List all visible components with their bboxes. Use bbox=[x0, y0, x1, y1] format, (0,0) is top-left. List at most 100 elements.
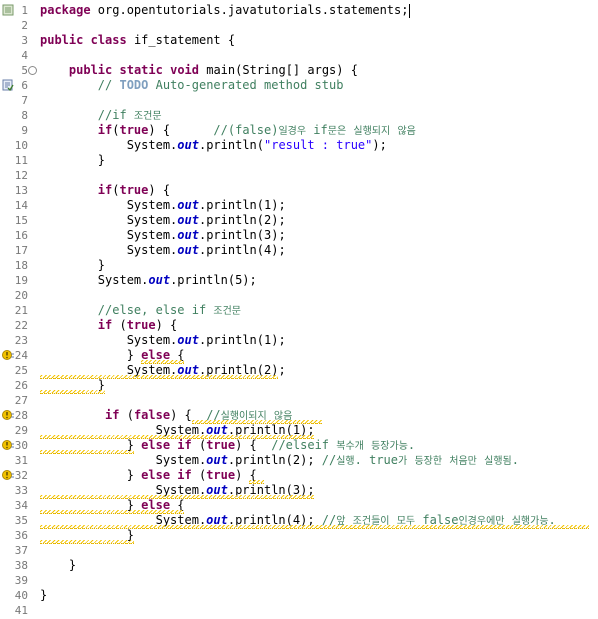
dead-code-warning-underline bbox=[40, 510, 185, 514]
line-number: 41 bbox=[14, 604, 28, 617]
code-line-text: if(true) { bbox=[97, 183, 171, 197]
warning-icon[interactable] bbox=[2, 409, 14, 421]
line-number: 21 bbox=[14, 304, 28, 317]
line-number: 37 bbox=[14, 544, 28, 557]
dead-code-warning-underline bbox=[40, 450, 134, 454]
code-line-text: } else if (true) { bbox=[40, 468, 257, 482]
code-line[interactable] bbox=[38, 603, 598, 618]
line-number: 4 bbox=[21, 49, 28, 62]
code-line[interactable]: } bbox=[38, 588, 598, 603]
code-line-text: System.out.println(4); bbox=[40, 243, 286, 257]
dead-code-warning-underline bbox=[40, 390, 105, 394]
line-number-gutter[interactable]: 1 2 3 4 5 6 7 8 9 10 11 12 13 14 15 16 17 18 19 20 21 22 23 24 2… bbox=[0, 0, 37, 619]
line-number: 25 bbox=[14, 364, 28, 377]
code-line[interactable]: //if 조건문 bbox=[38, 108, 598, 123]
line-number: 7 bbox=[21, 94, 28, 107]
collapse-method-icon[interactable] bbox=[28, 66, 37, 75]
dead-code-warning-underline bbox=[40, 495, 315, 499]
code-line-text: //else, else if 조건문 bbox=[97, 303, 241, 317]
dead-code-warning-underline bbox=[40, 540, 134, 544]
code-line[interactable]: public class if_statement { bbox=[38, 33, 598, 48]
line-number: 26 bbox=[14, 379, 28, 392]
code-line[interactable]: // TODO Auto-generated method stub bbox=[38, 78, 598, 93]
code-line[interactable] bbox=[38, 93, 598, 108]
code-line-text: if (true) { bbox=[97, 318, 178, 332]
code-line-text: System.out.println(3); bbox=[40, 228, 286, 242]
line-number: 20 bbox=[14, 289, 28, 302]
line-number: 34 bbox=[14, 499, 28, 512]
line-number: 12 bbox=[14, 169, 28, 182]
line-number: 23 bbox=[14, 334, 28, 347]
code-line[interactable]: System.out.println(1); bbox=[38, 198, 598, 213]
line-number: 19 bbox=[14, 274, 28, 287]
line-number: 5 bbox=[21, 64, 28, 77]
dead-code-warning-underline bbox=[40, 435, 315, 439]
code-line[interactable] bbox=[38, 18, 598, 33]
warning-icon[interactable] bbox=[2, 349, 14, 361]
code-line[interactable]: } bbox=[38, 558, 598, 573]
code-line[interactable]: public static void main(String[] args) { bbox=[38, 63, 598, 78]
line-number: 27 bbox=[14, 394, 28, 407]
bookmark-icon[interactable] bbox=[2, 4, 14, 16]
code-line[interactable]: System.out.println(1); bbox=[38, 333, 598, 348]
code-area[interactable]: package org.opentutorials.javatutorials.… bbox=[38, 0, 598, 619]
line-number: 10 bbox=[14, 139, 28, 152]
code-line[interactable]: if(true) { //(false)일경우 if문은 실행되지 않음 bbox=[38, 123, 598, 138]
code-line-text: System.out.println(5); bbox=[40, 273, 257, 287]
line-number: 35 bbox=[14, 514, 28, 527]
code-line-text: if(true) { //(false)일경우 if문은 실행되지 않음 bbox=[97, 123, 416, 137]
code-line[interactable] bbox=[38, 393, 598, 408]
dead-code-warning-underline bbox=[141, 360, 185, 364]
code-line[interactable]: package org.opentutorials.javatutorials.… bbox=[38, 3, 598, 18]
code-line[interactable]: System.out.println("result : true"); bbox=[38, 138, 598, 153]
code-line[interactable]: System.out.println(5); bbox=[38, 273, 598, 288]
code-line-text: System.out.println(2); //실행. true가 등장한 처… bbox=[40, 453, 519, 467]
code-line[interactable]: } bbox=[38, 378, 598, 393]
code-line[interactable]: if (true) { bbox=[38, 318, 598, 333]
code-line[interactable]: System.out.println(3); bbox=[38, 228, 598, 243]
dead-code-warning-underline bbox=[249, 480, 264, 484]
code-line-text: } bbox=[40, 588, 48, 602]
code-line-text: System.out.println(1); bbox=[40, 198, 286, 212]
line-number: 11 bbox=[14, 154, 28, 167]
line-number: 14 bbox=[14, 199, 28, 212]
line-number: 15 bbox=[14, 214, 28, 227]
line-number: 13 bbox=[14, 184, 28, 197]
code-line-text: //if 조건문 bbox=[97, 108, 162, 122]
line-number: 31 bbox=[14, 454, 28, 467]
code-line[interactable] bbox=[38, 168, 598, 183]
text-cursor bbox=[409, 4, 411, 18]
code-line[interactable]: System.out.println(4); bbox=[38, 243, 598, 258]
line-number: 33 bbox=[14, 484, 28, 497]
line-number: 36 bbox=[14, 529, 28, 542]
code-line[interactable] bbox=[38, 288, 598, 303]
code-line[interactable]: System.out.println(2); bbox=[38, 213, 598, 228]
dead-code-warning-underline bbox=[40, 375, 279, 379]
code-line-text: public static void main(String[] args) { bbox=[68, 63, 358, 77]
warning-icon[interactable] bbox=[2, 439, 14, 451]
code-line[interactable]: System.out.println(2); //실행. true가 등장한 처… bbox=[38, 453, 598, 468]
line-number: 38 bbox=[14, 559, 28, 572]
code-line-text: // TODO Auto-generated method stub bbox=[97, 78, 344, 92]
code-line[interactable] bbox=[38, 573, 598, 588]
code-line[interactable]: } bbox=[38, 258, 598, 273]
code-line[interactable]: } else if (true) { bbox=[38, 468, 598, 483]
line-number: 18 bbox=[14, 259, 28, 272]
code-line[interactable] bbox=[38, 543, 598, 558]
line-number: 8 bbox=[21, 109, 28, 122]
code-line[interactable]: } else { bbox=[38, 348, 598, 363]
line-number: 3 bbox=[21, 34, 28, 47]
code-line[interactable]: } bbox=[38, 153, 598, 168]
code-line-text: System.out.println(2); bbox=[40, 213, 286, 227]
warning-icon[interactable] bbox=[2, 469, 14, 481]
java-code-editor[interactable]: 1 2 3 4 5 6 7 8 9 10 11 12 13 14 15 16 17 18 19 20 21 22 23 24 2… bbox=[0, 0, 598, 619]
line-number: 40 bbox=[14, 589, 28, 602]
code-line[interactable] bbox=[38, 48, 598, 63]
code-line[interactable]: //else, else if 조건문 bbox=[38, 303, 598, 318]
code-line-text: System.out.println(1); bbox=[40, 333, 286, 347]
code-line[interactable]: if(true) { bbox=[38, 183, 598, 198]
task-marker-icon[interactable] bbox=[2, 79, 14, 92]
line-number: 2 bbox=[21, 19, 28, 32]
line-number: 17 bbox=[14, 244, 28, 257]
line-number: 9 bbox=[21, 124, 28, 137]
